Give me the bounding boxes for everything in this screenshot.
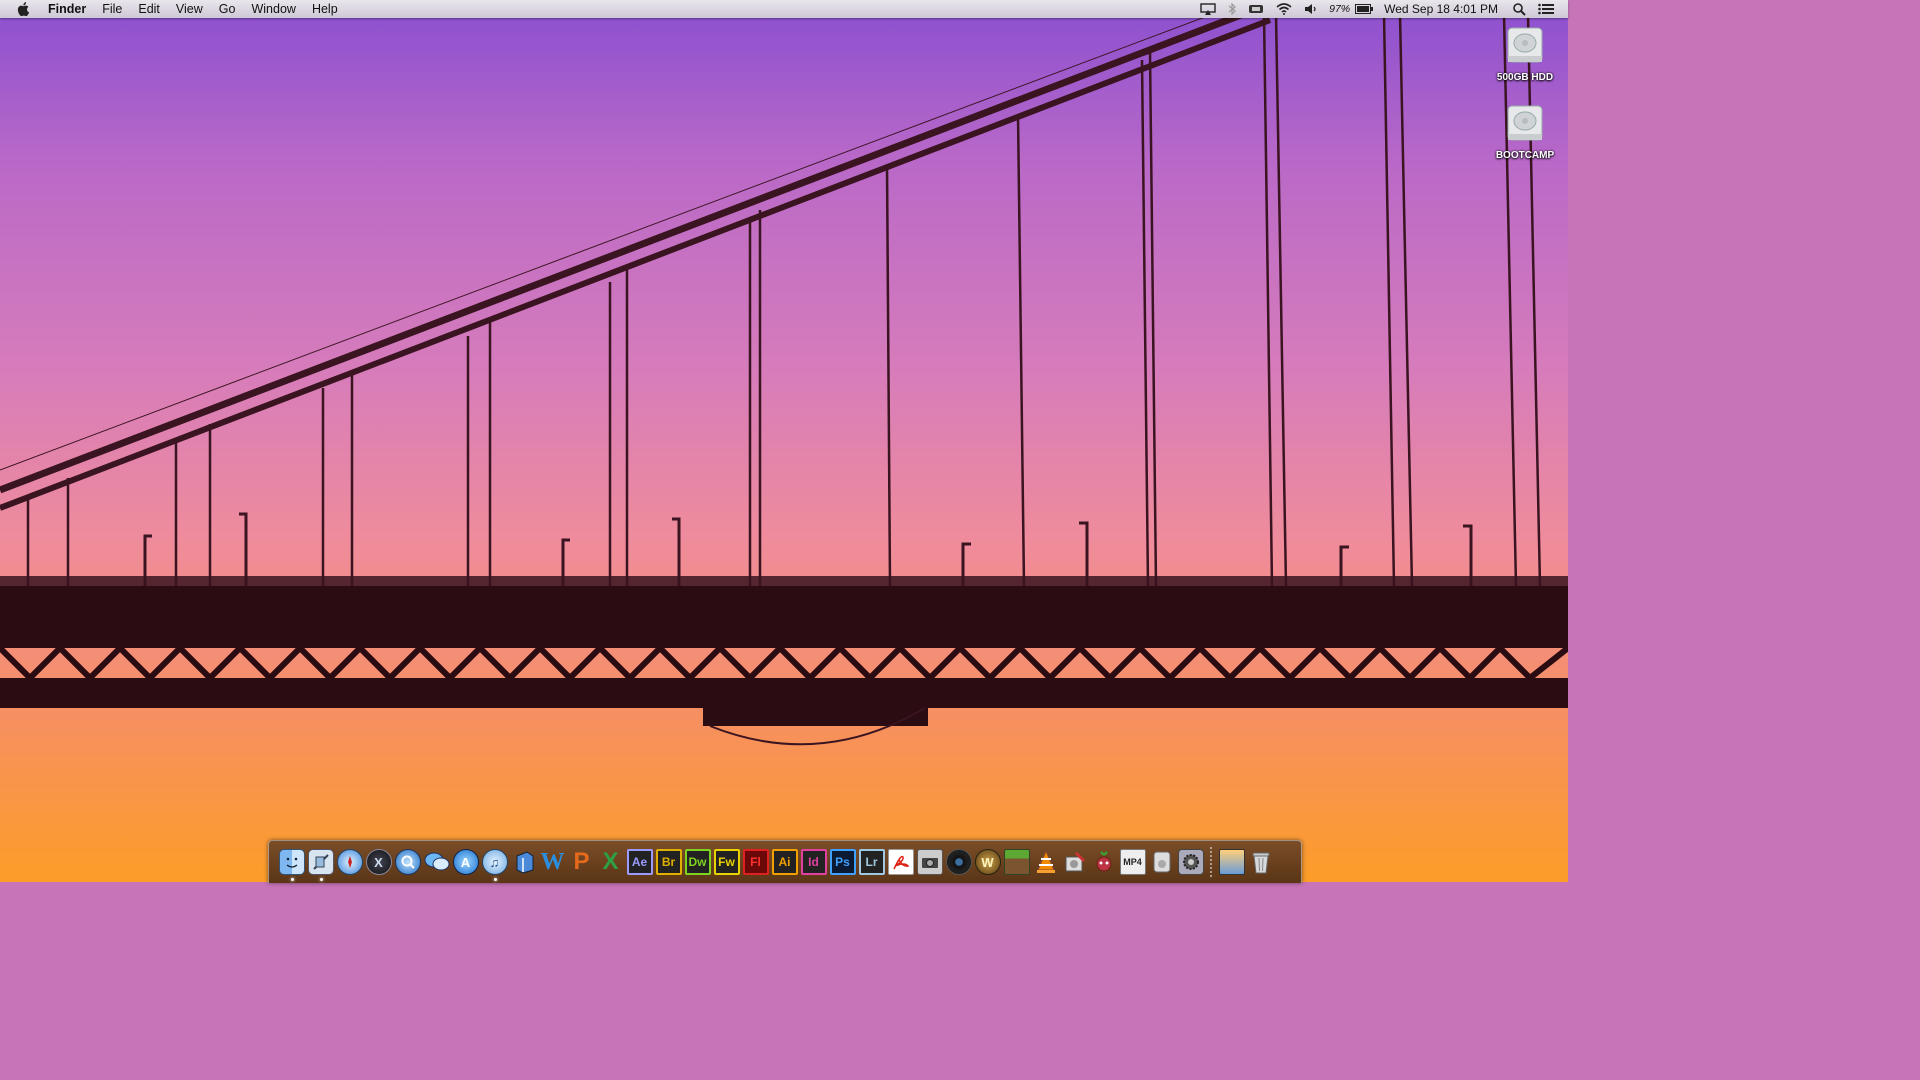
excel-icon[interactable]: X bbox=[598, 848, 624, 875]
minecraft-icon[interactable] bbox=[1003, 849, 1030, 875]
dreamweaver-icon[interactable]: Dw bbox=[684, 849, 711, 875]
illustrator-icon[interactable]: Ai bbox=[771, 849, 798, 875]
menu-extra-icon[interactable] bbox=[1248, 0, 1264, 18]
menu-app-name[interactable]: Finder bbox=[40, 0, 94, 18]
system-preferences-icon[interactable] bbox=[1177, 849, 1204, 875]
menu-view[interactable]: View bbox=[168, 0, 211, 18]
dock-separator bbox=[1210, 847, 1212, 877]
powerpoint-icon[interactable]: P bbox=[569, 848, 595, 875]
indesign-icon[interactable]: Id bbox=[800, 849, 827, 875]
menu-edit[interactable]: Edit bbox=[130, 0, 168, 18]
warcraft-icon[interactable]: W bbox=[974, 849, 1001, 875]
downloads-stack-icon[interactable] bbox=[1218, 849, 1245, 875]
hard-drive-icon bbox=[1507, 105, 1543, 141]
lightroom-icon[interactable]: Lr bbox=[858, 849, 885, 875]
dvd-player-icon[interactable] bbox=[1149, 849, 1175, 875]
menu-file[interactable]: File bbox=[94, 0, 130, 18]
after-effects-icon[interactable]: Ae bbox=[626, 849, 653, 875]
dock: X A ♫ W P X Ae Br Dw Fw Fl Ai Id Ps Lr W… bbox=[268, 840, 1302, 883]
desktop-icon-500gb-hdd[interactable]: 500GB HDD bbox=[1489, 24, 1561, 83]
notification-center-icon[interactable] bbox=[1538, 0, 1554, 18]
wifi-icon[interactable] bbox=[1276, 0, 1292, 18]
flash-icon[interactable]: Fl bbox=[742, 849, 769, 875]
menu-help[interactable]: Help bbox=[304, 0, 346, 18]
battery-percent: 97% bbox=[1329, 3, 1351, 15]
app-store-icon[interactable]: A bbox=[452, 849, 479, 875]
messages-icon[interactable] bbox=[424, 849, 450, 875]
volume-icon[interactable] bbox=[1304, 0, 1318, 18]
disk-utility-icon[interactable] bbox=[1062, 849, 1088, 875]
hard-drive-icon bbox=[1507, 27, 1543, 63]
itunes-icon[interactable]: ♫ bbox=[481, 849, 508, 881]
battery-icon[interactable] bbox=[1355, 0, 1374, 18]
finder-icon[interactable] bbox=[278, 849, 305, 881]
osx-icon[interactable]: X bbox=[365, 849, 392, 875]
menu-window[interactable]: Window bbox=[243, 0, 303, 18]
desktop-icon-bootcamp[interactable]: BOOTCAMP bbox=[1489, 102, 1561, 161]
bluetooth-icon[interactable] bbox=[1228, 0, 1237, 18]
fireworks-icon[interactable]: Fw bbox=[713, 849, 740, 875]
mp4-icon[interactable]: MP4 bbox=[1119, 849, 1146, 875]
uploader-icon[interactable] bbox=[511, 849, 537, 875]
trash-icon[interactable] bbox=[1248, 849, 1274, 875]
airplay-icon[interactable] bbox=[1200, 0, 1216, 18]
acrobat-icon[interactable] bbox=[887, 849, 914, 875]
photoshop-icon[interactable]: Ps bbox=[829, 849, 856, 875]
vlc-icon[interactable] bbox=[1033, 849, 1059, 875]
apple-menu-icon[interactable] bbox=[16, 2, 30, 16]
preview-icon[interactable] bbox=[307, 849, 334, 881]
desktop-icon-label: BOOTCAMP bbox=[1495, 150, 1555, 161]
desktop-wallpaper bbox=[0, 0, 1568, 882]
safari-icon[interactable] bbox=[336, 849, 363, 875]
word-icon[interactable]: W bbox=[540, 849, 566, 875]
spotlight-search-icon[interactable] bbox=[1513, 0, 1526, 18]
bridge-icon[interactable]: Br bbox=[655, 849, 682, 875]
quicktime-icon[interactable] bbox=[394, 849, 421, 875]
desktop-icon-label: 500GB HDD bbox=[1496, 72, 1554, 83]
menu-bar: Finder File Edit View Go Window Help 97%… bbox=[0, 0, 1568, 18]
image-capture-icon[interactable] bbox=[916, 849, 943, 875]
clock[interactable]: Wed Sep 18 4:01 PM bbox=[1384, 2, 1498, 16]
growl-icon[interactable] bbox=[1091, 849, 1117, 875]
menu-go[interactable]: Go bbox=[211, 0, 244, 18]
logic-icon[interactable] bbox=[945, 849, 972, 875]
